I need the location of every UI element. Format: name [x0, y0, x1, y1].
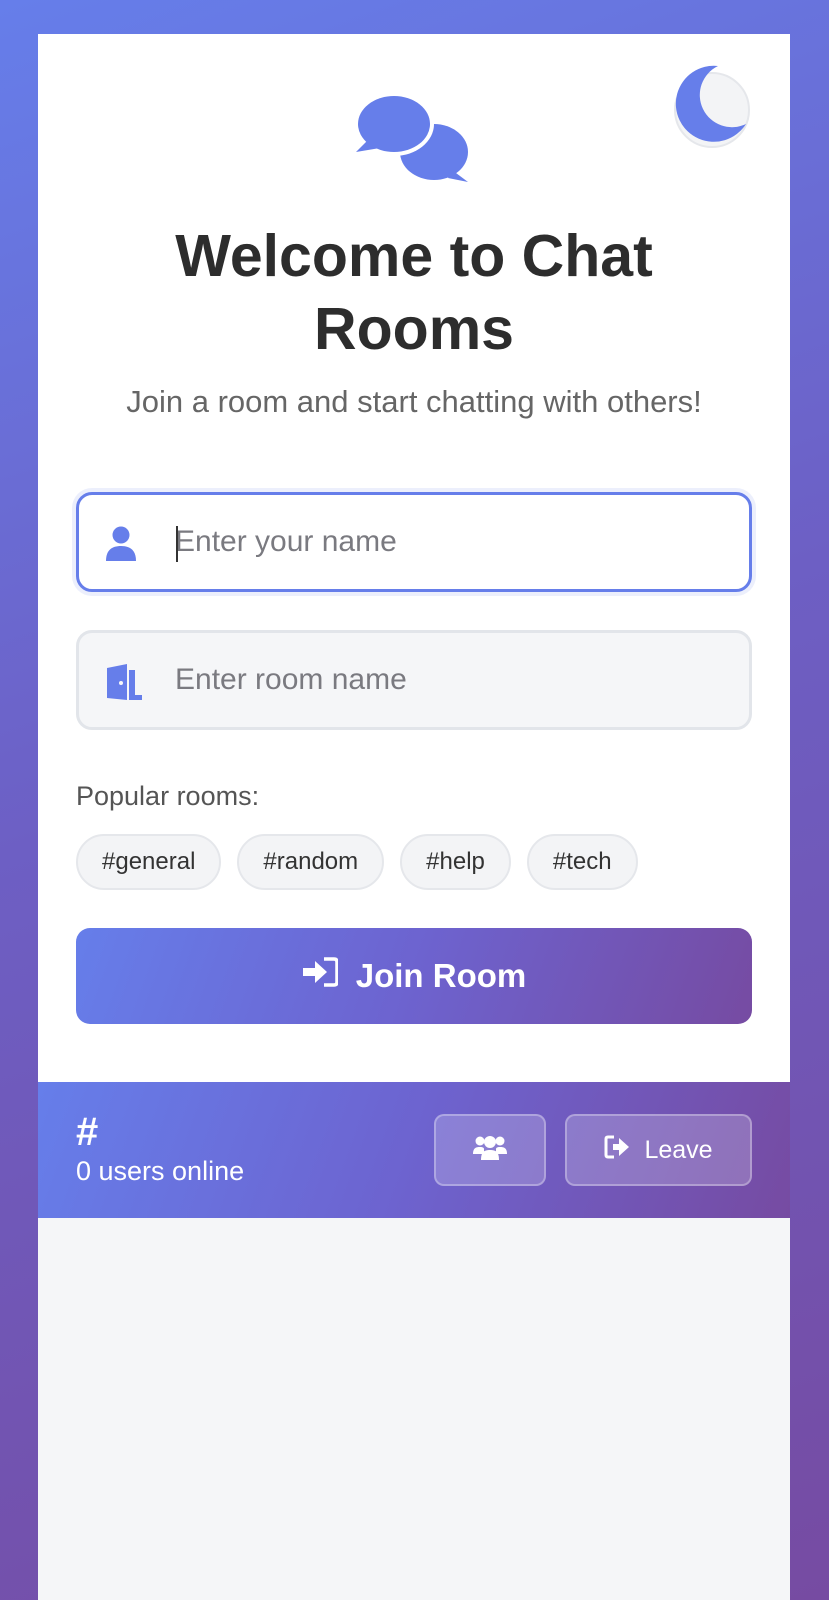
page-subtitle: Join a room and start chatting with othe…	[126, 384, 702, 419]
user-icon	[105, 526, 137, 567]
join-room-button[interactable]: Join Room	[76, 928, 752, 1024]
popular-rooms-label: Popular rooms:	[76, 781, 260, 811]
page-title: Welcome to Chat Rooms	[175, 223, 653, 362]
door-icon	[105, 664, 143, 705]
current-room-name: #	[76, 1110, 99, 1154]
join-room-label: Join Room	[355, 957, 527, 994]
text-caret	[176, 526, 178, 562]
name-field[interactable]	[76, 492, 752, 592]
room-chip-help[interactable]: #help	[400, 834, 511, 890]
leave-label: Leave	[644, 1135, 713, 1164]
chat-app: Welcome to Chat Rooms Join a room and st…	[38, 34, 790, 1600]
theme-toggle-button[interactable]	[674, 65, 750, 148]
room-chip-random[interactable]: #random	[237, 834, 385, 890]
popular-rooms-list: #general #random #help #tech	[76, 834, 638, 890]
room-chip-general[interactable]: #general	[76, 834, 222, 890]
room-header: # 0 users online Leave	[38, 1082, 790, 1218]
messages-area	[38, 1218, 790, 1600]
users-list-button[interactable]	[434, 1114, 546, 1186]
users-icon	[473, 1134, 507, 1167]
sign-out-icon	[604, 1135, 630, 1166]
sign-in-icon	[302, 957, 339, 995]
chat-bubbles-icon	[354, 90, 476, 189]
room-chip-tech[interactable]: #tech	[526, 834, 638, 890]
leave-room-button[interactable]: Leave	[565, 1114, 752, 1186]
name-input[interactable]	[175, 495, 735, 589]
room-input[interactable]	[175, 633, 735, 727]
room-field[interactable]	[76, 630, 752, 730]
moon-icon	[675, 65, 746, 142]
users-online-count: 0 users online	[76, 1156, 245, 1186]
